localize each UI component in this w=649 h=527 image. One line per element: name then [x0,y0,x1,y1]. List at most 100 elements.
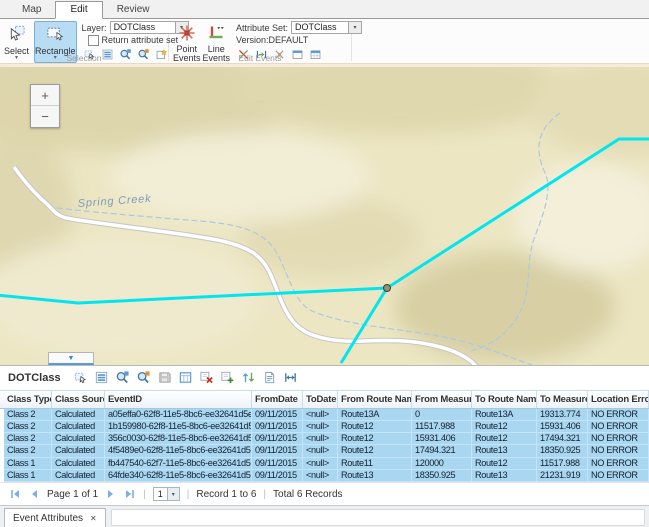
column-header-fromdate[interactable]: FromDate [252,391,303,408]
table-cell: <null> [303,470,338,482]
zoom-out-button[interactable]: − [31,106,59,127]
table-cell: <null> [303,409,338,421]
table-cell: 18350.925 [412,470,472,482]
table-cell: 0 [412,409,472,421]
delete-record-button[interactable] [198,370,215,386]
table-cell: fb447540-62f7-11e5-8bc6-ee32641d5ec9 [105,458,252,470]
zoom-to-record-button[interactable] [114,370,131,386]
close-icon[interactable]: ✕ [90,514,97,523]
table-row[interactable]: Class 2Calculated4f5489e0-62f8-11e5-8bc6… [4,445,649,457]
attribute-set-select[interactable]: DOTClass ▾ [291,21,362,34]
table-cell: 1b159980-62f8-11e5-8bc6-ee32641d5ec9 [105,421,252,433]
rectangle-tool-icon [45,24,65,45]
save-edits-button[interactable] [156,370,173,386]
pager-separator: | [263,489,266,500]
table-cell: Route13 [472,470,537,482]
page-number-value: 1 [154,488,167,500]
table-cell: Route13A [338,409,412,421]
selection-group: Select ▾ Rectangle ▾ Layer: DOTClass ▾ [0,19,168,63]
table-cell: 09/11/2015 [252,458,303,470]
table-cell: 17494.321 [537,433,588,445]
table-row[interactable]: Class 1Calculated64fde340-62f8-11e5-8bc6… [4,470,649,482]
table-cell: 120000 [412,458,472,470]
column-header-class-source[interactable]: Class Source [52,391,105,408]
route-vertex-marker[interactable] [384,285,391,292]
table-cell: Route12 [338,445,412,457]
table-cell: Route12 [338,433,412,445]
table-cell: NO ERROR [588,409,649,421]
table-cell: Route12 [472,458,537,470]
selection-group-label: Selection [0,54,168,63]
table-cell: Calculated [52,458,105,470]
table-cell: Route13A [472,409,537,421]
table-cell: a05effa0-62f8-11e5-8bc6-ee32641d5ec9 [105,409,252,421]
page-number-select[interactable]: 1 ▾ [153,487,180,501]
first-page-button[interactable] [9,488,21,500]
sort-records-button[interactable] [240,370,257,386]
table-cell: Calculated [52,470,105,482]
event-attributes-tab[interactable]: Event Attributes ✕ [4,508,106,527]
column-header-eventid[interactable]: EventID [105,391,252,408]
pan-to-record-button[interactable] [135,370,152,386]
table-row[interactable]: Class 2Calculated356c0030-62f8-11e5-8bc6… [4,433,649,445]
column-header-location-error[interactable]: Location Error [588,391,649,408]
table-cell: 09/11/2015 [252,445,303,457]
table-cell: Route12 [472,433,537,445]
table-cell: <null> [303,458,338,470]
pager-separator: | [143,489,146,500]
app-window: Map Edit Review Select ▾ Rectangle ▾ [0,0,649,527]
map-canvas[interactable]: Spring Creek + − ▼ [0,67,649,365]
table-cell: 09/11/2015 [252,421,303,433]
zoom-in-button[interactable]: + [31,85,59,106]
column-header-from-measure[interactable]: From Measure [412,391,472,408]
table-header-row: Class TypeClass SourceEventIDFromDateToD… [0,390,649,409]
select-records-button[interactable] [72,370,89,386]
table-row[interactable]: Class 2Calculateda05effa0-62f8-11e5-8bc6… [4,409,649,421]
chevron-down-icon[interactable]: ▾ [348,22,361,33]
column-header-class-type[interactable]: Class Type [4,391,52,408]
table-cell: <null> [303,433,338,445]
date-filter-button[interactable] [177,370,194,386]
column-header-to-route-name[interactable]: To Route Name [472,391,537,408]
table-row[interactable]: Class 1Calculatedfb447540-62f7-11e5-8bc6… [4,458,649,470]
chevron-down-icon[interactable]: ▾ [167,488,179,500]
table-cell: NO ERROR [588,470,649,482]
table-cell: 19313.774 [537,409,588,421]
add-record-button[interactable] [219,370,236,386]
tab-review[interactable]: Review [103,2,164,18]
column-header-from-route-name[interactable]: From Route Name [338,391,412,408]
table-row[interactable]: Class 2Calculated1b159980-62f8-11e5-8bc6… [4,421,649,433]
table-cell: Calculated [52,421,105,433]
return-attribute-set-checkbox[interactable] [88,35,99,46]
table-cell: 09/11/2015 [252,409,303,421]
previous-page-button[interactable] [28,488,40,500]
table-cell: Class 1 [4,470,52,482]
measure-button[interactable] [282,370,299,386]
table-cell: Route13 [472,445,537,457]
layer-select-value: DOTClass [111,22,175,33]
report-button[interactable] [261,370,278,386]
table-toolbar: DOTClass [0,366,649,390]
table-cell: Calculated [52,433,105,445]
ribbon: Select ▾ Rectangle ▾ Layer: DOTClass ▾ [0,19,649,63]
show-selected-records-button[interactable] [93,370,110,386]
tab-map[interactable]: Map [8,2,55,18]
table-cell: NO ERROR [588,445,649,457]
next-page-button[interactable] [105,488,117,500]
table-cell: Class 2 [4,433,52,445]
pager-separator: | [187,489,190,500]
page-label: Page 1 of 1 [47,489,98,500]
table-cell: NO ERROR [588,433,649,445]
record-range-label: Record 1 to 6 [196,489,256,500]
chevron-down-icon: ▼ [68,355,75,362]
collapse-panel-button[interactable]: ▼ [48,352,94,365]
table-cell: Calculated [52,409,105,421]
tab-edit[interactable]: Edit [55,1,102,19]
table-cell: Class 2 [4,421,52,433]
column-header-to-measure[interactable]: To Measure [537,391,588,408]
layer-label: Layer: [82,23,107,33]
table-cell: 64fde340-62f8-11e5-8bc6-ee32641d5ec9 [105,470,252,482]
ribbon-tab-bar: Map Edit Review [0,0,649,19]
last-page-button[interactable] [124,488,136,500]
column-header-todate[interactable]: ToDate [303,391,338,408]
